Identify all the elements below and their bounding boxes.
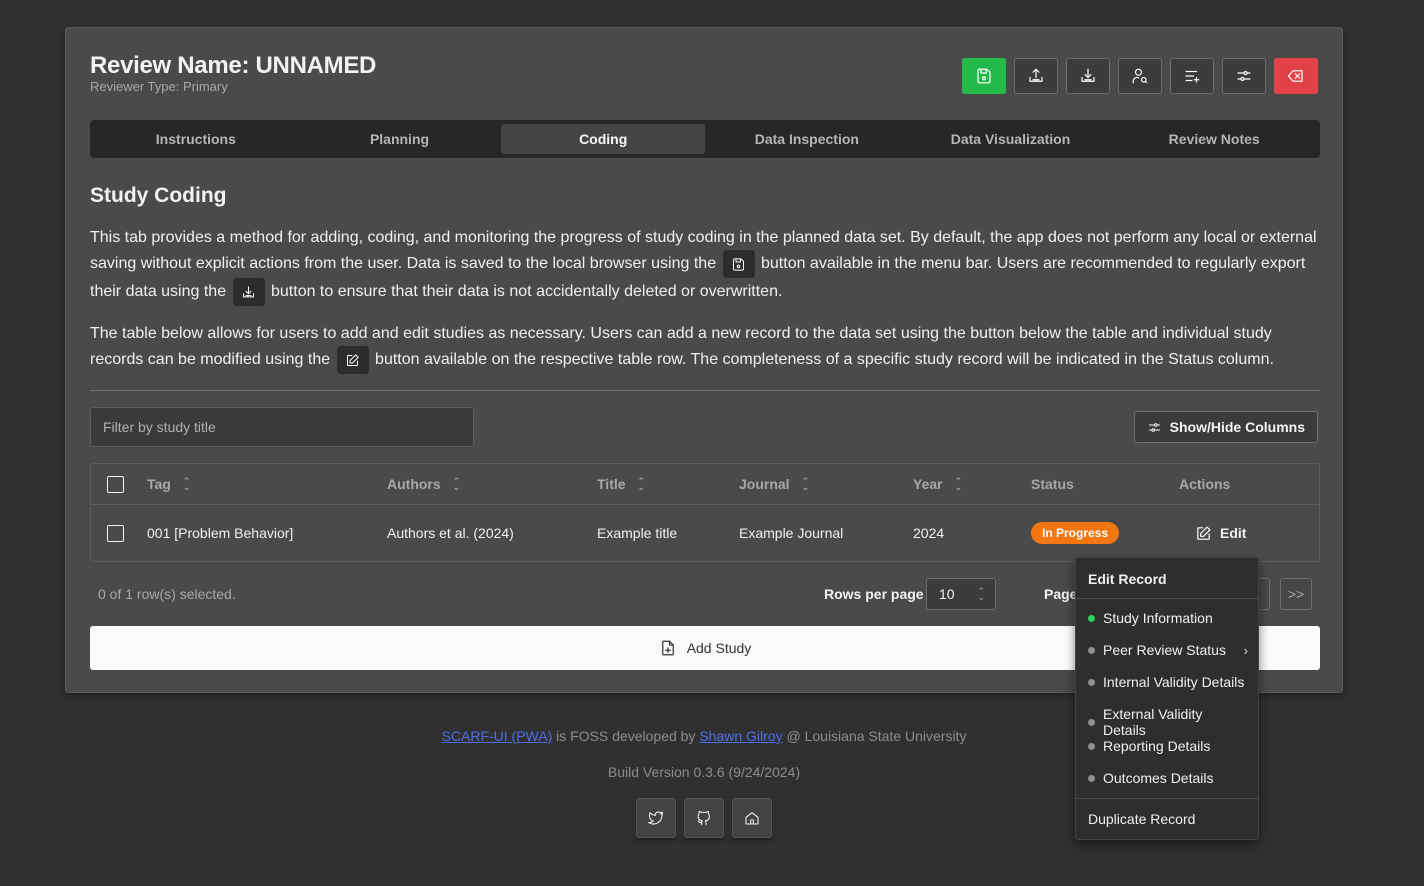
menu-item-internal-validity[interactable]: Internal Validity Details bbox=[1088, 674, 1248, 690]
menu-divider bbox=[1076, 798, 1258, 799]
download-button[interactable] bbox=[1066, 58, 1110, 94]
page-title: Review Name: UNNAMED bbox=[90, 52, 377, 79]
paragraph-text: button to ensure that their data is not … bbox=[271, 283, 783, 301]
tab-review-notes[interactable]: Review Notes bbox=[1112, 124, 1316, 154]
inline-save-icon bbox=[722, 250, 755, 278]
page-label: Page bbox=[1044, 586, 1078, 602]
cell-authors: Authors et al. (2024) bbox=[387, 525, 514, 541]
twitter-button[interactable] bbox=[636, 798, 676, 838]
upload-icon bbox=[1029, 68, 1043, 82]
rows-per-page-select[interactable]: 10 ⌃ ⌄ bbox=[926, 578, 996, 610]
column-actions: Actions bbox=[1179, 476, 1231, 492]
tab-data-visualization[interactable]: Data Visualization bbox=[909, 124, 1113, 154]
file-add-icon bbox=[661, 640, 674, 656]
cell-tag: 001 [Problem Behavior] bbox=[147, 525, 294, 541]
show-hide-label: Show/Hide Columns bbox=[1169, 419, 1305, 435]
save-icon bbox=[977, 68, 991, 84]
author-link[interactable]: Shawn Gilroy bbox=[699, 728, 782, 744]
filter-input[interactable] bbox=[90, 407, 474, 447]
list-add-button[interactable] bbox=[1170, 58, 1214, 94]
section-heading: Study Coding bbox=[90, 184, 227, 207]
inline-download-icon bbox=[232, 278, 265, 306]
sort-icon: ⌃ ⌄ bbox=[954, 476, 963, 492]
status-dot bbox=[1088, 646, 1095, 654]
user-search-button[interactable] bbox=[1118, 58, 1162, 94]
download-icon bbox=[1081, 68, 1095, 82]
menu-item-study-information[interactable]: Study Information bbox=[1088, 610, 1248, 626]
status-dot bbox=[1088, 718, 1095, 726]
reviewer-type: Reviewer Type: Primary bbox=[90, 79, 228, 94]
column-tag[interactable]: Tag ⌃ ⌄ bbox=[147, 476, 190, 492]
scarf-ui-link[interactable]: SCARF-UI (PWA) bbox=[442, 728, 553, 744]
study-table: Tag ⌃ ⌄ Authors ⌃ ⌄ Title ⌃ ⌄ Journal ⌃ ⌄ Year ⌃ ⌄… bbox=[90, 463, 1320, 562]
upload-button[interactable] bbox=[1014, 58, 1058, 94]
tab-instructions[interactable]: Instructions bbox=[94, 124, 298, 154]
list-add-icon bbox=[1185, 70, 1200, 83]
tab-data-inspection[interactable]: Data Inspection bbox=[705, 124, 909, 154]
menu-item-peer-review-status[interactable]: Peer Review Status › bbox=[1088, 642, 1248, 658]
menu-divider bbox=[1076, 598, 1258, 599]
column-title[interactable]: Title ⌃ ⌄ bbox=[597, 476, 645, 492]
settings-button[interactable] bbox=[1222, 58, 1266, 94]
twitter-icon bbox=[648, 811, 664, 825]
clear-button[interactable] bbox=[1274, 58, 1318, 94]
status-badge: In Progress bbox=[1031, 522, 1120, 544]
rows-per-page-label: Rows per page bbox=[824, 586, 924, 602]
column-authors[interactable]: Authors ⌃ ⌄ bbox=[387, 476, 460, 492]
table-header: Tag ⌃ ⌄ Authors ⌃ ⌄ Title ⌃ ⌄ Journal ⌃ ⌄ Year ⌃ ⌄… bbox=[91, 464, 1319, 505]
chevron-right-icon: › bbox=[1243, 642, 1248, 658]
chevron-updown-icon: ⌃ ⌄ bbox=[977, 586, 985, 602]
settings-sliders-icon bbox=[1237, 70, 1251, 82]
footer-credits: SCARF-UI (PWA) is FOSS developed by Shaw… bbox=[441, 728, 967, 744]
edit-record-menu: Edit Record Study Information Peer Revie… bbox=[1075, 557, 1259, 840]
menu-item-duplicate-record[interactable]: Duplicate Record bbox=[1088, 811, 1248, 827]
user-search-icon bbox=[1132, 68, 1148, 84]
menu-title: Edit Record bbox=[1088, 571, 1167, 587]
column-year[interactable]: Year ⌃ ⌄ bbox=[913, 476, 962, 492]
row-checkbox[interactable] bbox=[107, 524, 124, 542]
select-all-checkbox[interactable] bbox=[107, 475, 124, 493]
column-status: Status bbox=[1031, 476, 1074, 492]
inline-edit-icon bbox=[336, 346, 369, 374]
save-button[interactable] bbox=[962, 58, 1006, 94]
selection-count: 0 of 1 row(s) selected. bbox=[98, 586, 236, 602]
tab-planning[interactable]: Planning bbox=[298, 124, 502, 154]
table-row: 001 [Problem Behavior] Authors et al. (2… bbox=[91, 505, 1319, 561]
sort-icon: ⌃ ⌄ bbox=[452, 476, 461, 492]
cell-title: Example title bbox=[597, 525, 678, 541]
tab-coding[interactable]: Coding bbox=[501, 124, 706, 154]
show-hide-columns-button[interactable]: Show/Hide Columns bbox=[1133, 411, 1318, 443]
table-paragraph: The table below allows for users to add … bbox=[90, 322, 1322, 374]
github-icon bbox=[697, 811, 710, 826]
divider bbox=[90, 390, 1320, 391]
paragraph-text: button available on the respective table… bbox=[375, 351, 1274, 369]
sort-icon: ⌃ ⌄ bbox=[801, 476, 810, 492]
status-dot bbox=[1088, 678, 1095, 686]
home-button[interactable] bbox=[732, 798, 772, 838]
toolbar bbox=[962, 58, 1318, 94]
intro-paragraph: This tab provides a method for adding, c… bbox=[90, 226, 1322, 306]
sort-icon: ⌃ ⌄ bbox=[637, 476, 646, 492]
edit-button[interactable]: Edit bbox=[1195, 525, 1246, 542]
last-page-button[interactable]: >> bbox=[1280, 578, 1312, 610]
home-icon bbox=[745, 812, 759, 825]
status-dot bbox=[1088, 614, 1095, 622]
github-button[interactable] bbox=[684, 798, 724, 838]
edit-icon bbox=[1197, 526, 1211, 540]
cell-year: 2024 bbox=[913, 525, 945, 541]
cell-journal: Example Journal bbox=[739, 525, 844, 541]
settings-sliders-icon bbox=[1148, 422, 1160, 432]
build-version: Build Version 0.3.6 (9/24/2024) bbox=[607, 764, 801, 780]
sort-icon: ⌃ ⌄ bbox=[182, 476, 191, 492]
tab-bar: Instructions Planning Coding Data Inspec… bbox=[90, 120, 1320, 158]
column-journal[interactable]: Journal ⌃ ⌄ bbox=[739, 476, 809, 492]
clear-icon bbox=[1287, 70, 1303, 82]
